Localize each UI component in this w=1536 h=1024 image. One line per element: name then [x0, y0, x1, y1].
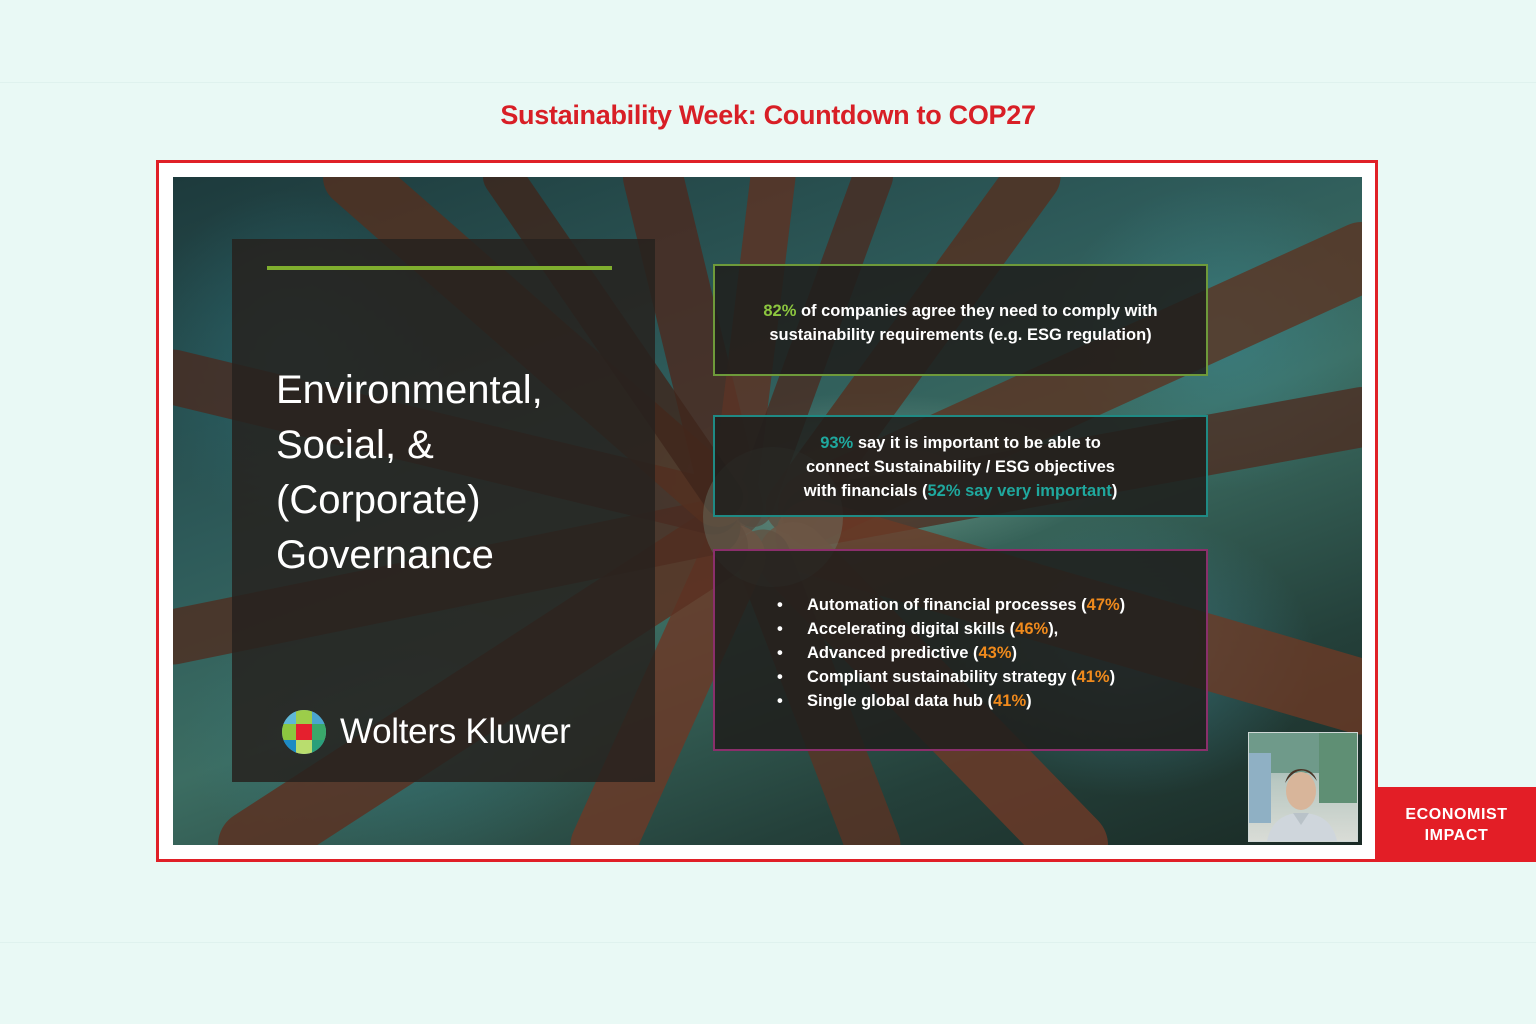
stat-highlight: 93%	[820, 434, 854, 452]
priorities-box: Automation of financial processes (47%) …	[713, 549, 1208, 751]
stat-highlight: 82%	[763, 302, 797, 320]
accent-line	[267, 266, 612, 270]
item-label: Compliant sustainability strategy (	[807, 668, 1077, 686]
economist-impact-logo: ECONOMIST IMPACT	[1377, 787, 1536, 862]
priorities-list: Automation of financial processes (47%) …	[777, 593, 1206, 713]
item-suffix: )	[1119, 596, 1126, 614]
stat-text: )	[1111, 482, 1118, 500]
list-item: Advanced predictive (43%)	[777, 641, 1206, 665]
item-percent: 43%	[978, 644, 1012, 662]
item-percent: 46%	[1015, 620, 1049, 638]
bottom-band-divider	[0, 942, 1536, 943]
stat-line: sustainability requirements (e.g. ESG re…	[769, 326, 1152, 344]
presentation-slide: Environmental, Social, & (Corporate) Gov…	[173, 177, 1362, 845]
stat-line: connect Sustainability / ESG objectives	[805, 458, 1115, 476]
top-band-divider	[0, 82, 1536, 83]
heading-line: (Corporate)	[276, 478, 481, 522]
stat-sub-highlight: 52% say very important	[927, 482, 1112, 500]
list-item: Single global data hub (41%)	[777, 689, 1206, 713]
event-title: Sustainability Week: Countdown to COP27	[500, 100, 1036, 130]
stat-line: with financials (52% say very important)	[715, 479, 1206, 503]
stat-text: of companies agree they need to comply w…	[796, 302, 1158, 320]
item-label: Advanced predictive (	[807, 644, 979, 662]
stat-line: 82% of companies agree they need to comp…	[715, 299, 1206, 323]
list-item: Accelerating digital skills (46%),	[777, 617, 1206, 641]
heading-line: Governance	[276, 533, 494, 577]
item-label: Accelerating digital skills (	[807, 620, 1016, 638]
item-suffix: ),	[1048, 620, 1059, 638]
wolters-kluwer-logo: Wolters Kluwer	[280, 707, 571, 757]
stat-line: 93% say it is important to be able to	[715, 431, 1206, 455]
list-item: Compliant sustainability strategy (41%)	[777, 665, 1206, 689]
list-item: Automation of financial processes (47%)	[777, 593, 1206, 617]
stat-text: with financials (	[803, 482, 928, 500]
presenter-icon	[1249, 733, 1357, 841]
wolters-kluwer-logo-icon	[282, 710, 326, 754]
item-suffix: )	[1026, 692, 1032, 710]
brand-line: IMPACT	[1424, 826, 1489, 844]
item-label: Single global data hub (	[807, 692, 994, 710]
brand-line: ECONOMIST	[1405, 805, 1508, 823]
slide-heading: Environmental, Social, & (Corporate) Gov…	[276, 363, 636, 583]
stat-box-compliance: 82% of companies agree they need to comp…	[713, 264, 1208, 376]
item-suffix: )	[1011, 644, 1018, 662]
item-suffix: )	[1109, 668, 1116, 686]
logo-text: Wolters Kluwer	[340, 712, 571, 751]
heading-line: Environmental,	[276, 368, 543, 412]
item-percent: 41%	[993, 692, 1027, 710]
stat-text: say it is important to be able to	[853, 434, 1101, 452]
presenter-video-thumbnail[interactable]	[1248, 732, 1358, 842]
heading-line: Social, &	[276, 423, 434, 467]
item-label: Automation of financial processes (	[807, 596, 1087, 614]
title-panel: Environmental, Social, & (Corporate) Gov…	[232, 239, 655, 782]
item-percent: 41%	[1076, 668, 1110, 686]
item-percent: 47%	[1086, 596, 1120, 614]
stat-box-connect-financials: 93% say it is important to be able to co…	[713, 415, 1208, 517]
